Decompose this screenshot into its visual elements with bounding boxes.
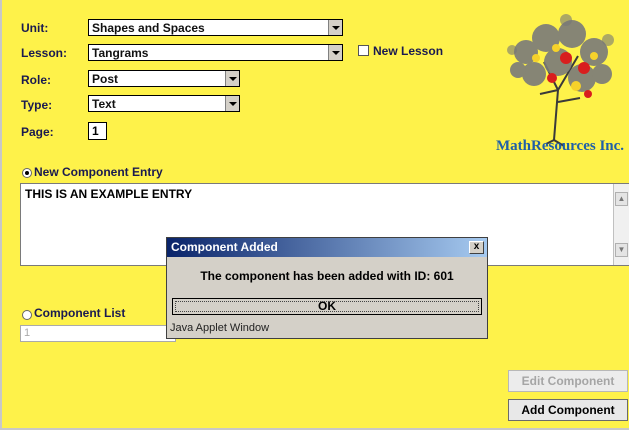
page-field[interactable]: 1 (88, 122, 107, 140)
close-icon[interactable]: x (469, 241, 484, 254)
new-component-entry-radio[interactable] (22, 168, 32, 178)
component-added-dialog: Component Added x The component has been… (166, 237, 488, 339)
component-list-select[interactable]: 1 (20, 325, 176, 342)
lesson-label: Lesson: (21, 46, 68, 60)
applet-window-label: Java Applet Window (170, 322, 270, 334)
component-list-radio[interactable] (22, 310, 32, 320)
page-value: 1 (92, 124, 99, 138)
chevron-down-icon[interactable] (328, 20, 342, 35)
component-list-label: Component List (34, 306, 126, 320)
edit-component-button[interactable]: Edit Component (508, 370, 628, 392)
add-component-button[interactable]: Add Component (508, 399, 628, 421)
dialog-message: The component has been added with ID: 60… (200, 269, 454, 283)
type-label: Type: (21, 98, 53, 112)
company-logo-text: MathResources Inc. (496, 138, 625, 154)
new-lesson-checkbox[interactable] (358, 45, 369, 56)
new-lesson-label: New Lesson (373, 44, 444, 58)
dialog-title-bar: Component Added x (167, 238, 487, 257)
role-select[interactable]: Post (88, 70, 240, 87)
ok-button[interactable]: OK (172, 298, 482, 315)
entry-text: THIS IS AN EXAMPLE ENTRY (25, 187, 193, 201)
role-label: Role: (21, 73, 51, 87)
component-list-value: 1 (24, 327, 31, 339)
chevron-down-icon[interactable] (328, 45, 342, 60)
vertical-scrollbar[interactable]: ▲ ▼ (613, 184, 629, 265)
lesson-select[interactable]: Tangrams (88, 44, 343, 61)
role-value: Post (92, 72, 119, 86)
unit-label: Unit: (21, 21, 49, 35)
page-label: Page: (21, 125, 54, 139)
dialog-title: Component Added (171, 240, 278, 254)
scroll-down-icon[interactable]: ▼ (615, 243, 628, 257)
chevron-down-icon[interactable] (225, 96, 239, 111)
lesson-value: Tangrams (92, 46, 149, 60)
chevron-down-icon[interactable] (225, 71, 239, 86)
tree-logo (507, 14, 614, 147)
unit-value: Shapes and Spaces (92, 21, 205, 35)
unit-select[interactable]: Shapes and Spaces (88, 19, 343, 36)
applet-window: Unit: Shapes and Spaces Lesson: Tangrams… (0, 0, 629, 430)
type-select[interactable]: Text (88, 95, 240, 112)
type-value: Text (92, 97, 116, 111)
scroll-up-icon[interactable]: ▲ (615, 192, 628, 206)
new-component-entry-label: New Component Entry (34, 165, 163, 179)
